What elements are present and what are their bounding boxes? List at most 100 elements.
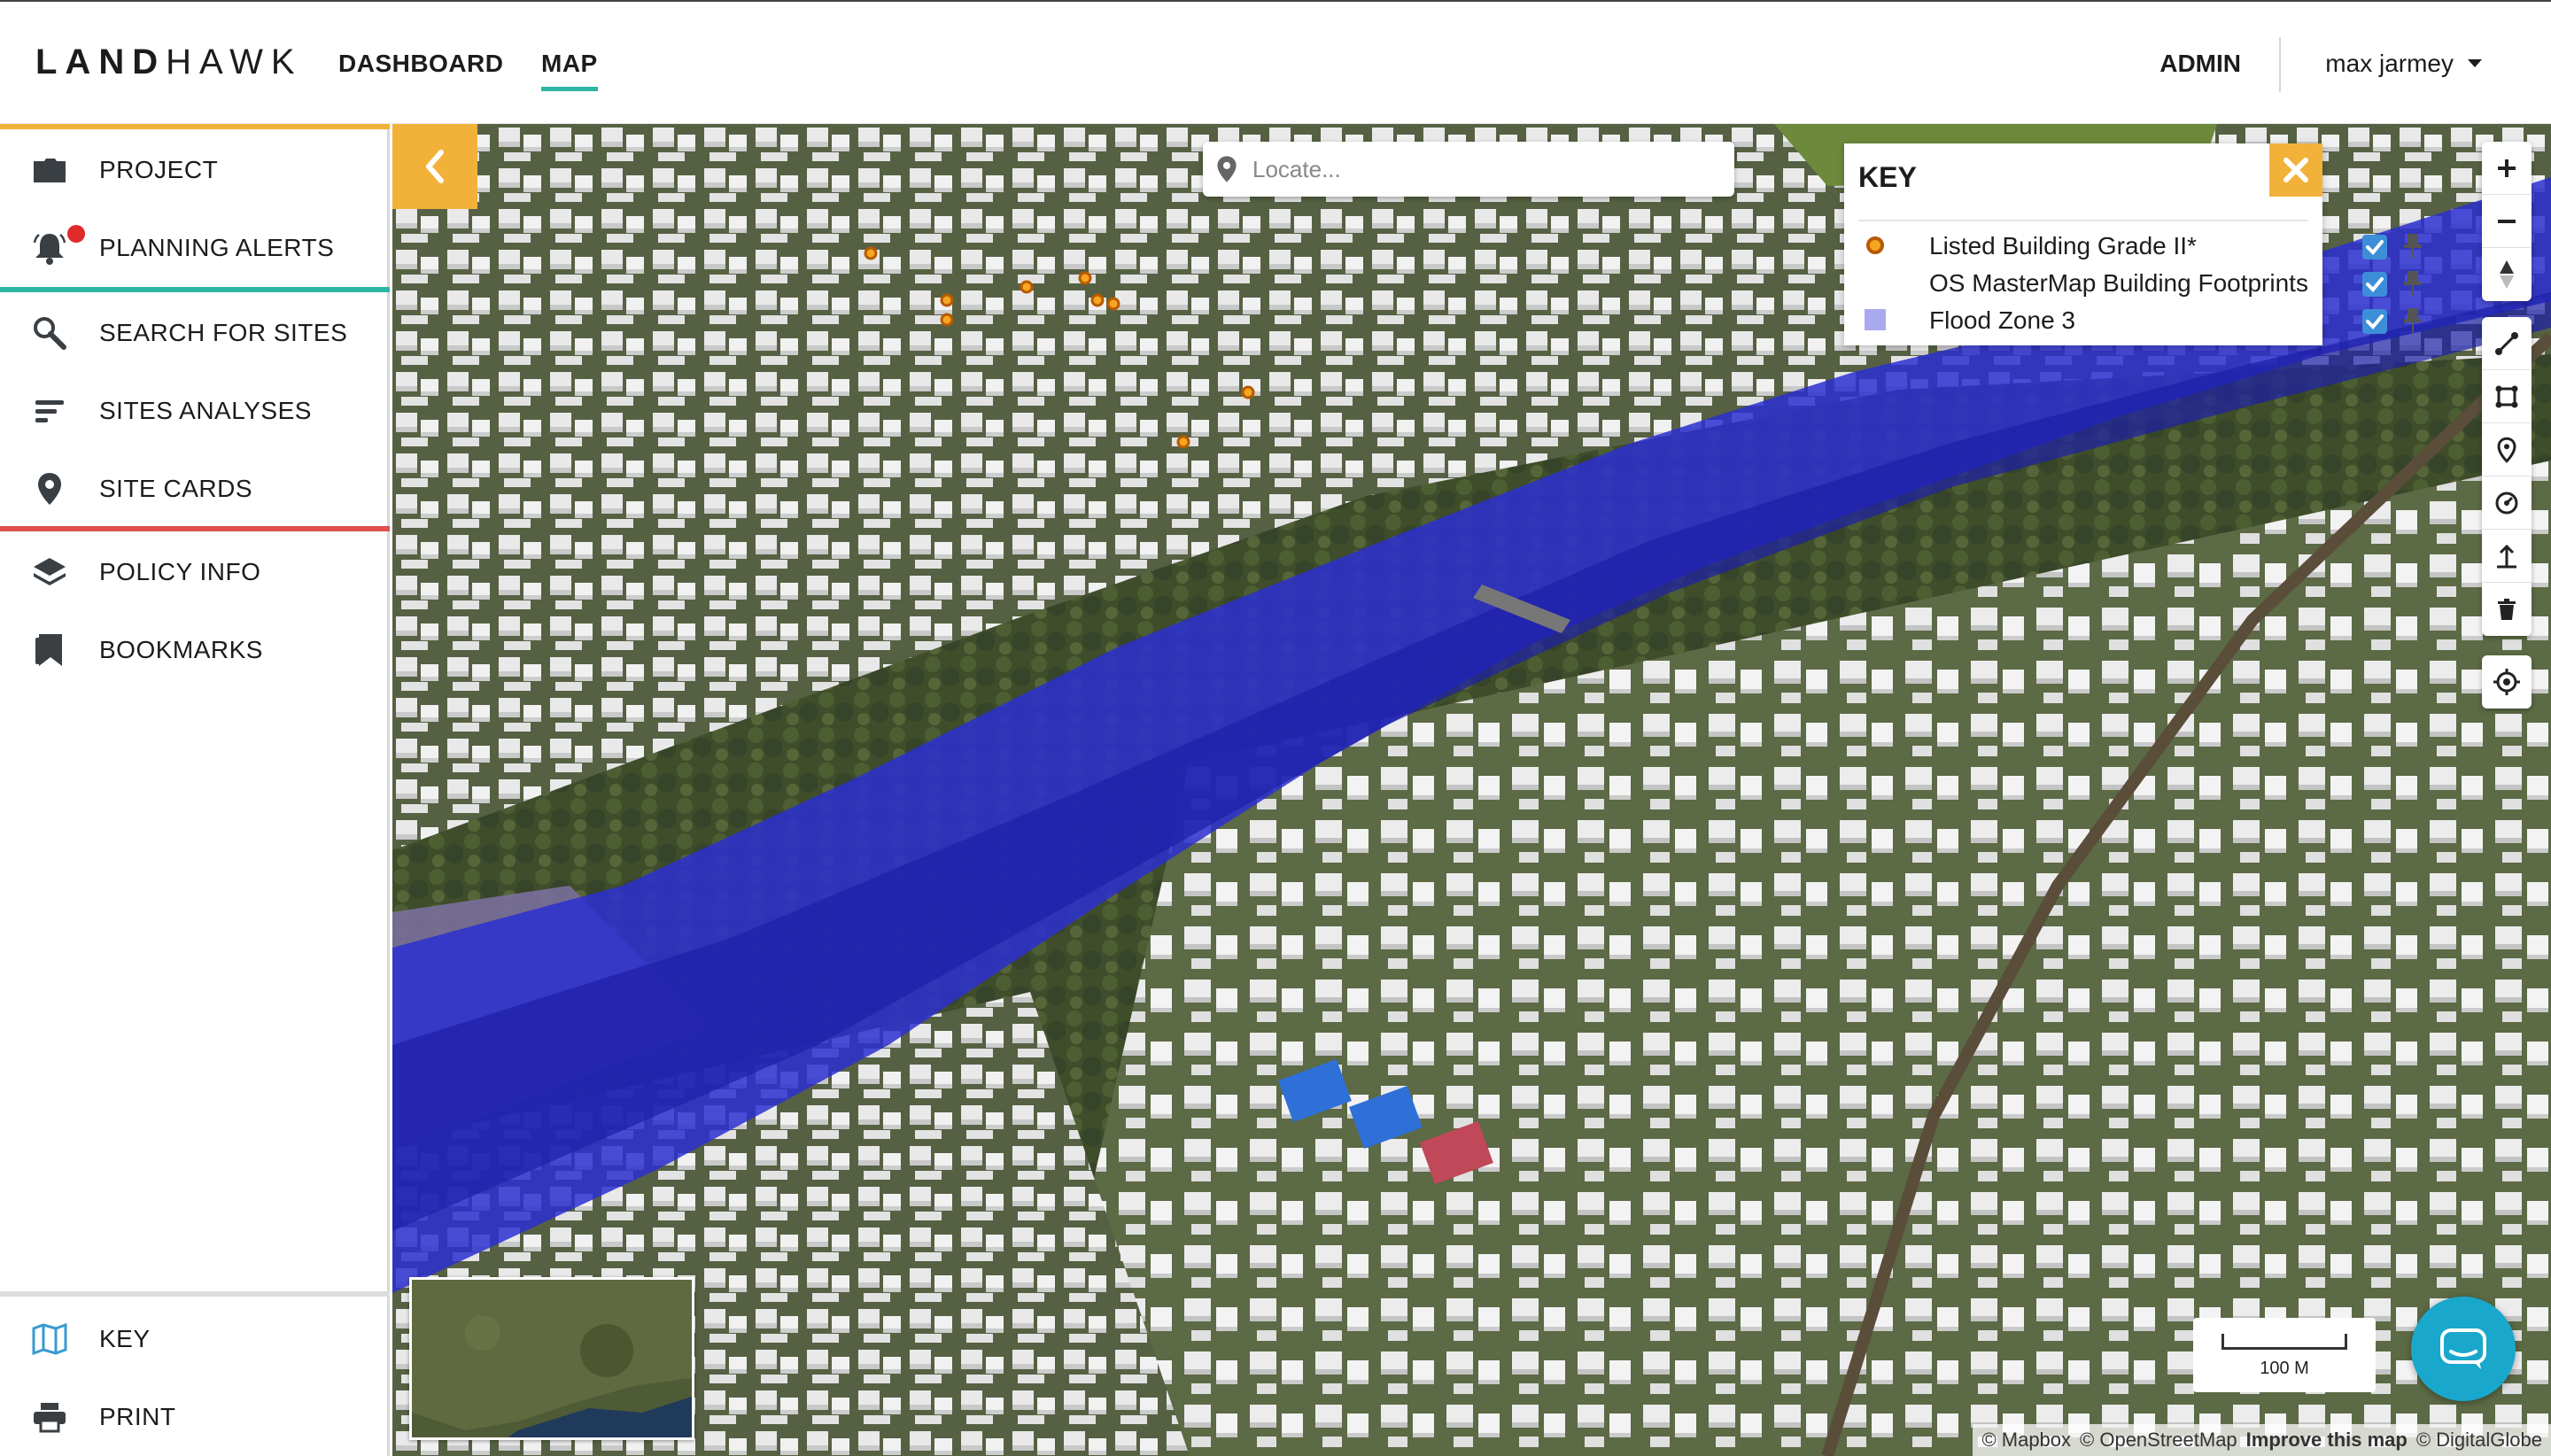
pin-icon[interactable]	[2400, 269, 2425, 298]
layer-checkbox[interactable]	[2361, 308, 2388, 335]
pin-icon[interactable]	[2400, 306, 2425, 335]
map-scale: 100 M	[2193, 1318, 2376, 1392]
compass-icon	[2500, 260, 2514, 289]
minimap-image	[412, 1280, 692, 1437]
key-layer-name: OS MasterMap Building Footprints	[1929, 269, 2308, 297]
draw-point-button[interactable]	[2482, 423, 2532, 476]
map-pin-icon	[1215, 154, 1238, 189]
plus-icon	[2498, 159, 2516, 177]
close-icon	[2283, 158, 2308, 182]
sidebar-item-label: BOOKMARKS	[99, 636, 263, 663]
locate-search	[1203, 142, 1734, 197]
logo-hawk: HAWK	[166, 43, 303, 81]
key-layer-name: Flood Zone 3	[1929, 306, 2075, 334]
layer-checkbox[interactable]	[2361, 271, 2388, 298]
nav-map[interactable]: MAP	[541, 50, 598, 91]
nav-dashboard[interactable]: DASHBOARD	[338, 50, 504, 78]
sidebar-item-label: PLANNING ALERTS	[99, 234, 335, 261]
logo-land: LAND	[35, 43, 167, 81]
bookmark-icon	[30, 631, 69, 670]
sidebar-item-key[interactable]: KEY	[0, 1304, 390, 1375]
mapbox-attribution-link[interactable]: © Mapbox	[1981, 1429, 2071, 1452]
sidebar-item-label: KEY	[99, 1325, 151, 1352]
sidebar-item-label: SITES ANALYSES	[99, 397, 312, 424]
compass-button[interactable]	[2482, 248, 2532, 301]
sidebar-item-planning-alerts[interactable]: PLANNING ALERTS	[0, 213, 390, 283]
crosshair-icon	[2493, 669, 2520, 695]
orange-ring-icon	[1866, 236, 1884, 254]
sidebar-item-bookmarks[interactable]: BOOKMARKS	[0, 615, 390, 685]
osm-attribution-link[interactable]: © OpenStreetMap	[2080, 1429, 2237, 1452]
height-icon	[2497, 544, 2516, 568]
sidebar-item-search-for-sites[interactable]: SEARCH FOR SITES	[0, 298, 390, 368]
chevron-left-icon	[426, 150, 444, 183]
landhawk-logo[interactable]: LANDHAWK	[35, 43, 303, 82]
section-divider-policy	[0, 526, 390, 531]
key-title: KEY	[1858, 161, 1917, 193]
chat-icon	[2440, 1328, 2486, 1369]
section-divider-search	[0, 287, 390, 292]
scale-bar	[2221, 1334, 2347, 1350]
improve-map-link[interactable]: Improve this map	[2246, 1429, 2408, 1452]
sidebar-item-site-cards[interactable]: SITE CARDS	[0, 453, 390, 524]
line-icon	[2495, 331, 2518, 355]
radius-icon	[2495, 492, 2518, 514]
key-row-os-mastermap: OS MasterMap Building Footprints	[1844, 264, 2422, 301]
sidebar-item-label: SITE CARDS	[99, 475, 253, 502]
draw-polygon-button[interactable]	[2482, 370, 2532, 423]
sidebar-item-project[interactable]: PROJECT	[0, 135, 390, 205]
sidebar: PROJECT PLANNING ALERTS SEARCH FOR SITES…	[0, 124, 390, 1456]
layer-checkbox[interactable]	[2361, 234, 2388, 260]
draw-controls	[2482, 317, 2532, 636]
map-attribution: © Mapbox © OpenStreetMap Improve this ma…	[1973, 1424, 2551, 1456]
digitalglobe-attribution-link[interactable]: © DigitalGlobe	[2416, 1429, 2542, 1452]
printer-icon	[30, 1398, 69, 1437]
geolocate-controls	[2482, 655, 2532, 709]
scale-label: 100 M	[2260, 1359, 2309, 1378]
blue-square-icon	[1865, 309, 1886, 330]
measure-height-button[interactable]	[2482, 530, 2532, 583]
zoom-controls	[2482, 142, 2532, 301]
sidebar-item-print[interactable]: PRINT	[0, 1382, 390, 1452]
bars-icon	[30, 391, 69, 430]
locate-input[interactable]	[1252, 149, 1722, 190]
draw-radius-button[interactable]	[2482, 476, 2532, 530]
trash-icon	[2498, 599, 2516, 620]
top-navbar: LANDHAWK DASHBOARD MAP ADMIN max jarmey	[0, 0, 2551, 124]
draw-line-button[interactable]	[2482, 317, 2532, 370]
key-row-listed-building: Listed Building Grade II*	[1844, 227, 2422, 264]
bell-icon	[30, 228, 69, 267]
alert-badge	[67, 225, 85, 243]
sidebar-item-sites-analyses[interactable]: SITES ANALYSES	[0, 376, 390, 446]
geolocate-button[interactable]	[2482, 655, 2532, 709]
sidebar-item-policy-info[interactable]: POLICY INFO	[0, 537, 390, 608]
pin-icon[interactable]	[2400, 232, 2425, 260]
zoom-in-button[interactable]	[2482, 142, 2532, 195]
sidebar-item-label: SEARCH FOR SITES	[99, 319, 348, 346]
key-row-flood-zone: Flood Zone 3	[1844, 301, 2422, 338]
key-divider	[1858, 220, 2308, 221]
collapse-sidebar-button[interactable]	[392, 124, 477, 209]
overview-minimap[interactable]	[409, 1277, 694, 1440]
map-pin-icon	[2497, 437, 2516, 463]
delete-drawing-button[interactable]	[2482, 583, 2532, 636]
minus-icon	[2498, 219, 2516, 223]
map-key-panel: KEY Listed Building Grade II* OS MasterM…	[1844, 143, 2422, 345]
nav-divider	[2279, 37, 2281, 92]
chat-widget-button[interactable]	[2411, 1297, 2516, 1401]
zoom-out-button[interactable]	[2482, 195, 2532, 248]
folder-icon	[30, 151, 69, 190]
chevron-down-icon[interactable]	[2468, 59, 2482, 67]
footer-divider	[0, 1291, 390, 1297]
user-menu[interactable]: max jarmey	[2325, 50, 2454, 78]
close-key-button[interactable]	[2269, 143, 2322, 197]
nav-admin[interactable]: ADMIN	[2159, 50, 2241, 78]
map-icon	[30, 1320, 69, 1359]
key-layer-name: Listed Building Grade II*	[1929, 232, 2197, 259]
sidebar-item-label: PROJECT	[99, 156, 219, 183]
polygon-icon	[2495, 385, 2518, 407]
sidebar-item-label: POLICY INFO	[99, 558, 261, 585]
section-divider-project	[0, 124, 390, 129]
sidebar-item-label: PRINT	[99, 1403, 176, 1430]
map-pin-icon	[30, 469, 69, 508]
